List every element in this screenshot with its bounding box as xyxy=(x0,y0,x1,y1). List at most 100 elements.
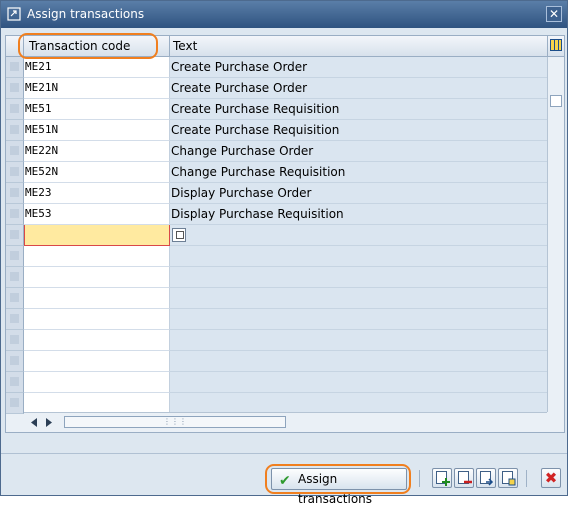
column-header-text[interactable]: Text xyxy=(170,36,547,57)
column-header-transaction-code[interactable]: Transaction code xyxy=(24,36,170,57)
row-selector[interactable] xyxy=(6,204,24,225)
table-row: ME51 Create Purchase Requisition xyxy=(6,99,547,120)
row-selector[interactable] xyxy=(6,351,24,372)
transaction-code-cell[interactable] xyxy=(24,288,170,309)
row-selector[interactable] xyxy=(6,288,24,309)
transaction-text-cell: Change Purchase Requisition xyxy=(170,162,547,183)
table-settings-button[interactable] xyxy=(547,36,564,57)
assign-transactions-dialog: Assign transactions ✕ Transaction code T… xyxy=(0,0,568,506)
transaction-text-cell xyxy=(170,267,547,288)
toolbar-separator xyxy=(526,470,527,487)
select-all-header[interactable] xyxy=(6,36,24,57)
row-selector[interactable] xyxy=(6,120,24,141)
transaction-text-cell: Display Purchase Order xyxy=(170,183,547,204)
checkmark-icon: ✔ xyxy=(279,473,291,489)
table-row: ME51N Create Purchase Requisition xyxy=(6,120,547,141)
transaction-code-input[interactable] xyxy=(24,225,170,246)
transaction-text-cell xyxy=(170,288,547,309)
table-row xyxy=(6,309,547,330)
value-help-icon[interactable] xyxy=(172,228,186,242)
row-selector[interactable] xyxy=(6,267,24,288)
transaction-code-cell[interactable] xyxy=(24,330,170,351)
vertical-scrollbar[interactable] xyxy=(547,57,564,412)
table-row xyxy=(6,225,547,246)
row-selector[interactable] xyxy=(6,99,24,120)
row-selector[interactable] xyxy=(6,141,24,162)
close-icon: ✕ xyxy=(548,7,560,21)
transaction-code-cell[interactable] xyxy=(24,309,170,330)
transaction-code-cell[interactable]: ME21 xyxy=(24,57,170,78)
transaction-code-cell[interactable] xyxy=(24,351,170,372)
row-selector[interactable] xyxy=(6,393,24,414)
vertical-scroll-thumb[interactable] xyxy=(550,95,562,107)
horizontal-scrollbar[interactable]: ⋮⋮⋮ xyxy=(24,412,547,432)
transaction-text-cell xyxy=(170,393,547,414)
plus-mark-icon xyxy=(442,478,450,486)
transaction-code-cell[interactable] xyxy=(24,372,170,393)
table-row xyxy=(6,372,547,393)
scroll-left-icon[interactable] xyxy=(31,418,37,427)
transaction-code-cell[interactable]: ME22N xyxy=(24,141,170,162)
row-selector[interactable] xyxy=(6,78,24,99)
scroll-right-icon[interactable] xyxy=(46,418,52,427)
copy-row-button[interactable] xyxy=(498,468,518,488)
footer-divider xyxy=(1,453,567,454)
row-selector[interactable] xyxy=(6,309,24,330)
transaction-text-cell: Change Purchase Order xyxy=(170,141,547,162)
transaction-text-cell: Create Purchase Requisition xyxy=(170,99,547,120)
transaction-code-cell[interactable]: ME23 xyxy=(24,183,170,204)
copy-mark-icon xyxy=(508,478,516,486)
transaction-text-cell xyxy=(170,309,547,330)
transaction-text-cell: Create Purchase Order xyxy=(170,78,547,99)
transaction-text-cell xyxy=(170,372,547,393)
insert-row-button[interactable] xyxy=(476,468,496,488)
delete-row-button[interactable] xyxy=(454,468,474,488)
column-settings-icon xyxy=(550,39,562,51)
assign-transactions-button[interactable]: ✔ Assign transactions xyxy=(271,468,407,506)
minus-mark-icon xyxy=(464,480,472,484)
title-bar: Assign transactions ✕ xyxy=(1,1,567,28)
transaction-text-cell: Display Purchase Requisition xyxy=(170,204,547,225)
cancel-icon: ✖ xyxy=(544,469,558,487)
transaction-code-cell[interactable] xyxy=(24,393,170,414)
transaction-code-cell[interactable]: ME51 xyxy=(24,99,170,120)
table-row: ME53 Display Purchase Requisition xyxy=(6,204,547,225)
transaction-code-cell[interactable] xyxy=(24,267,170,288)
transaction-text-cell xyxy=(170,246,547,267)
table-row xyxy=(6,246,547,267)
transaction-text-cell: Create Purchase Requisition xyxy=(170,120,547,141)
table-row xyxy=(6,288,547,309)
append-row-button[interactable] xyxy=(432,468,452,488)
table-row: ME22N Change Purchase Order xyxy=(6,141,547,162)
transaction-code-cell[interactable]: ME51N xyxy=(24,120,170,141)
table-row: ME21 Create Purchase Order xyxy=(6,57,547,78)
table-row xyxy=(6,330,547,351)
table-row: ME21N Create Purchase Order xyxy=(6,78,547,99)
table-row xyxy=(6,351,547,372)
transaction-code-cell[interactable] xyxy=(24,246,170,267)
row-selector[interactable] xyxy=(6,372,24,393)
transaction-code-cell[interactable]: ME53 xyxy=(24,204,170,225)
insert-arrow-icon xyxy=(486,478,494,486)
horizontal-scroll-thumb[interactable]: ⋮⋮⋮ xyxy=(64,416,286,428)
cancel-button[interactable]: ✖ xyxy=(541,468,561,488)
close-button[interactable]: ✕ xyxy=(546,6,562,22)
row-selector[interactable] xyxy=(6,162,24,183)
row-selector[interactable] xyxy=(6,225,24,246)
table-row: ME52N Change Purchase Requisition xyxy=(6,162,547,183)
dialog-title: Assign transactions xyxy=(27,7,145,21)
transaction-code-cell[interactable]: ME52N xyxy=(24,162,170,183)
toolbar-separator xyxy=(419,470,420,487)
transaction-code-cell[interactable]: ME21N xyxy=(24,78,170,99)
transaction-text-cell xyxy=(170,330,547,351)
table-row xyxy=(6,393,547,414)
table-row: ME23 Display Purchase Order xyxy=(6,183,547,204)
transaction-text-cell: Create Purchase Order xyxy=(170,57,547,78)
row-selector[interactable] xyxy=(6,183,24,204)
row-selector[interactable] xyxy=(6,246,24,267)
row-selector[interactable] xyxy=(6,330,24,351)
row-selector[interactable] xyxy=(6,57,24,78)
dialog-icon xyxy=(7,7,21,21)
transaction-text-cell xyxy=(170,225,547,246)
table-row xyxy=(6,267,547,288)
